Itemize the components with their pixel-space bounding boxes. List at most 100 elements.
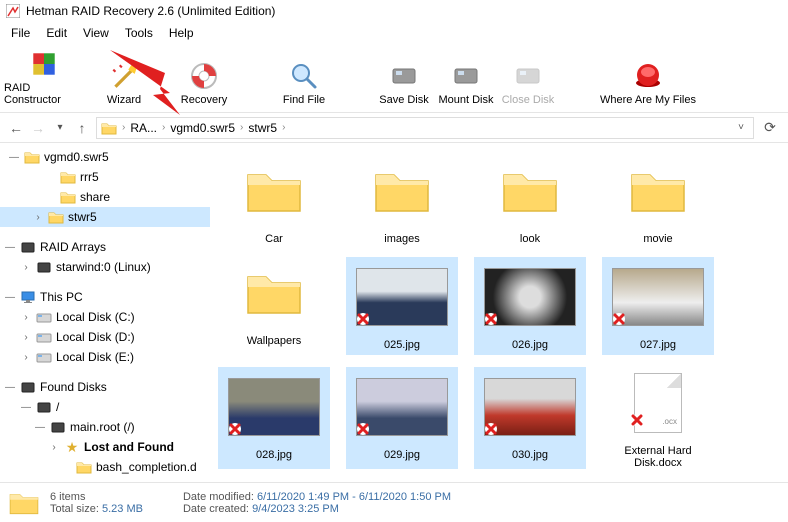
crumb-1[interactable]: vgmd0.swr5 bbox=[170, 121, 235, 135]
close-disk-button: Close Disk bbox=[498, 48, 558, 106]
minidisk-icon bbox=[36, 399, 52, 415]
status-date-created: 9/4/2023 3:25 PM bbox=[252, 503, 339, 515]
puzzle-icon bbox=[29, 49, 59, 79]
disk-icon bbox=[451, 61, 481, 91]
minidisk-icon bbox=[20, 239, 36, 255]
tree-bash[interactable]: bash_completion.d bbox=[0, 457, 210, 477]
menu-view[interactable]: View bbox=[76, 24, 116, 40]
folder-icon bbox=[24, 149, 40, 165]
wizard-button[interactable]: Wizard bbox=[84, 48, 164, 106]
menu-edit[interactable]: Edit bbox=[39, 24, 74, 40]
deleted-icon bbox=[611, 311, 627, 327]
menu-bar: File Edit View Tools Help bbox=[0, 22, 788, 42]
folder-icon bbox=[244, 167, 304, 215]
save-disk-button[interactable]: Save Disk bbox=[374, 48, 434, 106]
status-size: 5.23 MB bbox=[102, 503, 143, 515]
file-item-026[interactable]: 026.jpg bbox=[474, 257, 586, 355]
tree-slash[interactable]: —/ bbox=[0, 397, 210, 417]
crumb-0[interactable]: RA... bbox=[130, 121, 157, 135]
mount-disk-button[interactable]: Mount Disk bbox=[434, 48, 498, 106]
tree-share[interactable]: share bbox=[0, 187, 210, 207]
folder-icon bbox=[101, 120, 117, 136]
folder-icon bbox=[244, 269, 304, 317]
disk-icon bbox=[513, 61, 543, 91]
raid-constructor-button[interactable]: RAID Constructor bbox=[4, 48, 84, 106]
nav-up[interactable]: ↑ bbox=[74, 120, 90, 136]
lifebuoy-icon bbox=[189, 61, 219, 91]
star-icon: ★ bbox=[64, 439, 80, 455]
folder-icon bbox=[60, 189, 76, 205]
recovery-button[interactable]: Recovery bbox=[164, 48, 244, 106]
folder-item-images[interactable]: images bbox=[346, 155, 458, 245]
pc-icon bbox=[20, 289, 36, 305]
deleted-icon bbox=[355, 421, 371, 437]
folder-icon bbox=[48, 209, 64, 225]
deleted-icon bbox=[483, 421, 499, 437]
title-bar: Hetman RAID Recovery 2.6 (Unlimited Edit… bbox=[0, 0, 788, 22]
deleted-icon bbox=[483, 311, 499, 327]
app-icon bbox=[6, 4, 20, 18]
tree-vgmd[interactable]: —vgmd0.swr5 bbox=[0, 147, 210, 167]
folder-icon bbox=[76, 459, 92, 475]
folder-icon bbox=[372, 167, 432, 215]
nav-back[interactable]: ← bbox=[8, 120, 24, 136]
file-item-027[interactable]: 027.jpg bbox=[602, 257, 714, 355]
tree-disk-e[interactable]: ›Local Disk (E:) bbox=[0, 347, 210, 367]
menu-help[interactable]: Help bbox=[162, 24, 201, 40]
folder-item-wallpapers[interactable]: Wallpapers bbox=[218, 257, 330, 355]
toolbar: RAID Constructor Wizard Recovery Find Fi… bbox=[0, 42, 788, 113]
tree-starwind[interactable]: ›starwind:0 (Linux) bbox=[0, 257, 210, 277]
tree-rrr5[interactable]: rrr5 bbox=[0, 167, 210, 187]
tree-disk-c[interactable]: ›Local Disk (C:) bbox=[0, 307, 210, 327]
disk-icon bbox=[389, 61, 419, 91]
where-are-my-files-button[interactable]: Where Are My Files bbox=[588, 48, 708, 106]
tree-lost-and-found[interactable]: ›★Lost and Found bbox=[0, 437, 210, 457]
menu-tools[interactable]: Tools bbox=[118, 24, 160, 40]
folder-icon bbox=[60, 169, 76, 185]
tree-stwr5[interactable]: ›stwr5 bbox=[0, 207, 210, 227]
document-icon: .ocx bbox=[634, 373, 682, 433]
magnifier-icon bbox=[289, 61, 319, 91]
folder-item-car[interactable]: Car bbox=[218, 155, 330, 245]
minidisk-icon bbox=[50, 419, 66, 435]
menu-file[interactable]: File bbox=[4, 24, 37, 40]
breadcrumb[interactable]: › RA... › vgmd0.swr5 › stwr5 › ˅ bbox=[96, 117, 754, 139]
status-date-modified: 6/11/2020 1:49 PM - 6/11/2020 1:50 PM bbox=[257, 491, 451, 503]
minidisk-icon bbox=[20, 379, 36, 395]
tree-this-pc[interactable]: —This PC bbox=[0, 287, 210, 307]
status-count: 6 items bbox=[50, 491, 85, 503]
nav-bar: ← → ▾ ↑ › RA... › vgmd0.swr5 › stwr5 › ˅… bbox=[0, 113, 788, 143]
tree-raid-arrays[interactable]: —RAID Arrays bbox=[0, 237, 210, 257]
folder-icon bbox=[500, 167, 560, 215]
folder-icon bbox=[628, 167, 688, 215]
folder-item-movie[interactable]: movie bbox=[602, 155, 714, 245]
folder-item-look[interactable]: look bbox=[474, 155, 586, 245]
status-bar: 6 items Total size: 5.23 MB Date modifie… bbox=[0, 482, 788, 522]
tree-mainroot[interactable]: —main.root (/) bbox=[0, 417, 210, 437]
deleted-icon bbox=[355, 311, 371, 327]
drive-icon bbox=[36, 309, 52, 325]
file-item-docx[interactable]: .ocx External Hard Disk.docx bbox=[602, 367, 714, 469]
file-item-030[interactable]: 030.jpg bbox=[474, 367, 586, 469]
deleted-icon bbox=[227, 421, 243, 437]
file-item-025[interactable]: 025.jpg bbox=[346, 257, 458, 355]
minidisk-icon bbox=[36, 259, 52, 275]
drive-icon bbox=[36, 349, 52, 365]
crumb-2[interactable]: stwr5 bbox=[248, 121, 277, 135]
deleted-icon bbox=[629, 412, 645, 428]
crumb-dropdown-icon[interactable]: ˅ bbox=[733, 122, 749, 133]
file-item-028[interactable]: 028.jpg bbox=[218, 367, 330, 469]
nav-forward: → bbox=[30, 120, 46, 136]
nav-dropdown[interactable]: ▾ bbox=[52, 122, 68, 133]
folder-tree[interactable]: —vgmd0.swr5 rrr5 share ›stwr5 —RAID Arra… bbox=[0, 143, 210, 483]
file-item-029[interactable]: 029.jpg bbox=[346, 367, 458, 469]
file-grid[interactable]: Car images look movie Wallpapers 025.jpg bbox=[210, 143, 788, 483]
folder-icon bbox=[8, 489, 40, 517]
drive-icon bbox=[36, 329, 52, 345]
window-title: Hetman RAID Recovery 2.6 (Unlimited Edit… bbox=[26, 4, 275, 18]
refresh-button[interactable]: ⟳ bbox=[760, 119, 780, 136]
red-button-icon bbox=[633, 61, 663, 91]
tree-found-disks[interactable]: —Found Disks bbox=[0, 377, 210, 397]
tree-disk-d[interactable]: ›Local Disk (D:) bbox=[0, 327, 210, 347]
find-file-button[interactable]: Find File bbox=[264, 48, 344, 106]
